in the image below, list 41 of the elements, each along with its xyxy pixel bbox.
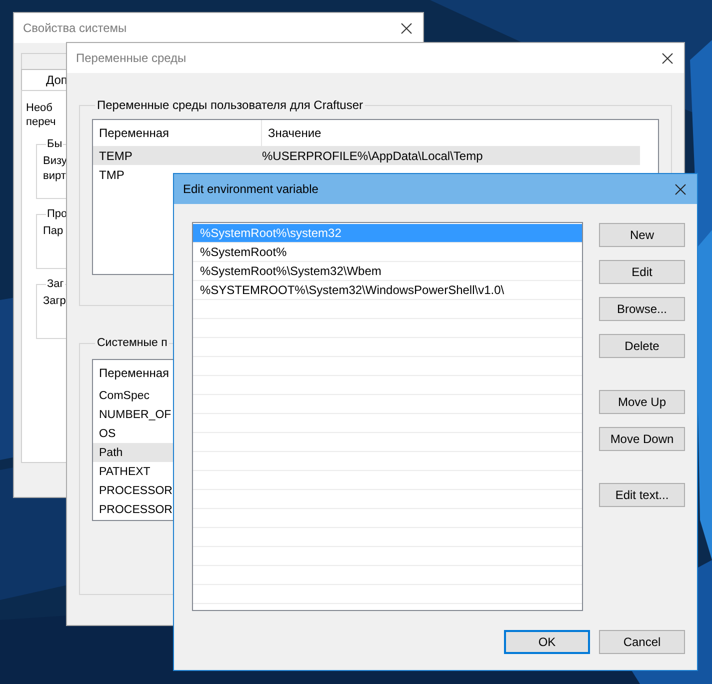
table-cell-text: TEMP bbox=[98, 148, 134, 162]
table-cell-text: PATHEXT bbox=[98, 466, 150, 478]
list-item[interactable]: %SystemRoot%\System32\Wbem bbox=[193, 262, 582, 280]
table-cell-text: NUMBER_OF bbox=[98, 408, 172, 420]
window-title: Переменные среды bbox=[76, 51, 186, 65]
list-item[interactable]: %SYSTEMROOT%\System32\WindowsPowerShell\v1.0\ bbox=[193, 281, 582, 299]
dialog-button[interactable]: Move Up bbox=[599, 390, 685, 414]
dialog-button[interactable]: Delete bbox=[599, 334, 685, 358]
list-row[interactable]: TEMP %USERPROFILE%\AppData\Local\Temp bbox=[93, 146, 640, 165]
description-text: переч bbox=[26, 115, 56, 129]
dialog-button[interactable]: New bbox=[599, 223, 685, 247]
window-title: Свойства системы bbox=[23, 21, 127, 35]
group-label: Заг bbox=[46, 277, 65, 292]
table-cell-text: %USERPROFILE%\AppData\Local\Temp bbox=[261, 148, 483, 162]
list-item[interactable]: %SystemRoot% bbox=[193, 243, 582, 261]
column-header[interactable]: Значение bbox=[262, 120, 640, 146]
dialog-button[interactable]: Edit text... bbox=[599, 483, 685, 507]
window-title: Edit environment variable bbox=[183, 182, 318, 196]
dialog-button[interactable]: Move Down bbox=[599, 427, 685, 451]
dialog-button[interactable]: Edit bbox=[599, 260, 685, 284]
group-label: Бы bbox=[46, 137, 64, 152]
table-cell-text: PROCESSOR bbox=[98, 484, 172, 496]
dialog-button[interactable]: Browse... bbox=[599, 297, 685, 321]
description-text: вирт bbox=[43, 169, 66, 184]
description-text: Необ bbox=[26, 101, 52, 115]
cancel-button[interactable]: Cancel bbox=[599, 630, 685, 654]
table-cell-text: Path bbox=[98, 446, 123, 458]
table-cell-text: ComSpec bbox=[98, 390, 150, 402]
group-label: Системные п bbox=[96, 337, 168, 349]
table-cell-text: OS bbox=[98, 428, 116, 440]
close-icon bbox=[400, 22, 412, 34]
group-label: Про bbox=[46, 207, 68, 222]
description-text: Загр bbox=[43, 294, 66, 309]
description-text: Визу bbox=[43, 154, 67, 169]
close-icon bbox=[662, 52, 672, 64]
table-cell-text: TMP bbox=[98, 168, 126, 182]
group-label: Переменные среды пользователя для Craftuser bbox=[96, 98, 364, 112]
ok-button[interactable]: OK bbox=[504, 630, 590, 654]
description-text: Пар bbox=[43, 224, 64, 239]
close-icon bbox=[674, 184, 686, 194]
table-cell-text: PROCESSOR bbox=[98, 504, 172, 516]
